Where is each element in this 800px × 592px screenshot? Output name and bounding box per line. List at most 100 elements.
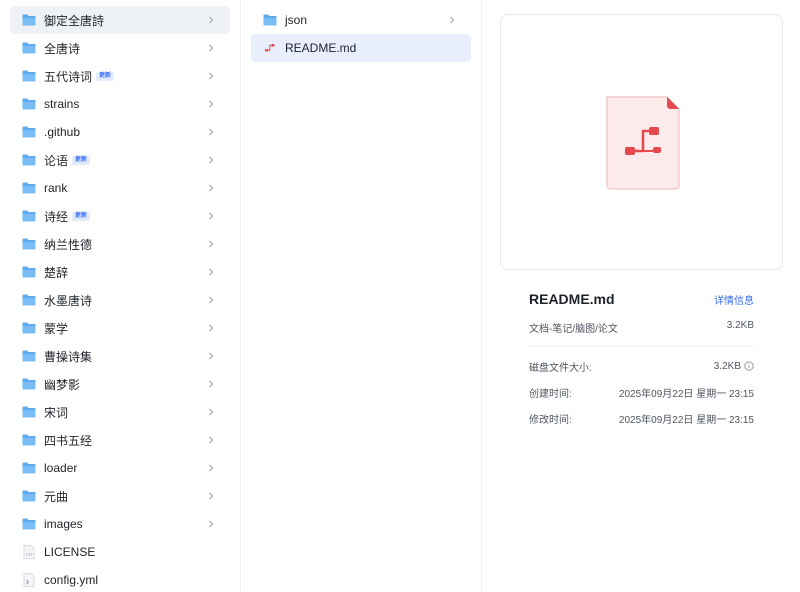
folder-row[interactable]: 四书五经 [10,426,230,454]
folder-icon [22,14,36,26]
folder-icon [22,434,36,446]
item-name: images [44,517,83,531]
item-name: 幽梦影 [44,377,81,392]
item-name: 御定全唐詩 [44,13,105,28]
file-row[interactable]: config.yml [10,566,230,592]
folder-icon [22,154,36,166]
item-name: 水墨唐诗 [44,293,93,308]
folder-row[interactable]: 元曲 [10,482,230,510]
folder-row[interactable]: 水墨唐诗 [10,286,230,314]
folder-row[interactable]: 楚辞 [10,258,230,286]
info-icon[interactable] [744,361,754,371]
file-size-short: 3.2KB [726,320,754,331]
folder-icon [22,490,36,502]
folder-icon [22,70,36,82]
folder-icon [22,210,36,222]
item-name: 曹操诗集 [44,349,93,364]
folder-icon [22,266,36,278]
folder-row[interactable]: 五代诗词 更新 [10,62,230,90]
chevron-right-icon [204,321,218,335]
subfolder-column: json README.md [241,0,482,592]
file-title: README.md [529,291,615,307]
folder-row[interactable]: loader [10,454,230,482]
folder-icon [263,14,277,26]
folder-row[interactable]: 曹操诗集 [10,342,230,370]
item-name: 楚辞 [44,265,69,280]
details-link[interactable]: 详情信息 [714,292,754,307]
markdown-file-large-icon [603,95,683,191]
chevron-right-icon [204,489,218,503]
folder-row[interactable]: images [10,510,230,538]
folder-row[interactable]: .github [10,118,230,146]
chevron-right-icon [204,209,218,223]
folder-icon [22,378,36,390]
item-name: 诗经 [44,209,69,224]
item-name: json [285,13,308,27]
folder-row[interactable]: 诗经 更新 [10,202,230,230]
file-row[interactable]: TXT LICENSE [10,538,230,566]
item-name: .github [44,125,81,139]
chevron-right-icon [204,13,218,27]
modified-label: 修改时间: [529,414,572,426]
item-name: 全唐诗 [44,41,81,56]
folder-icon [22,182,36,194]
folder-row[interactable]: 全唐诗 [10,34,230,62]
chevron-right-icon [204,41,218,55]
file-row[interactable]: README.md [251,34,471,62]
item-name: 四书五经 [44,433,93,448]
folder-row[interactable]: 宋词 [10,398,230,426]
file-preview [500,14,783,270]
folder-row[interactable]: 论语 更新 [10,146,230,174]
folder-row[interactable]: 纳兰性德 [10,230,230,258]
folder-row[interactable]: 蒙学 [10,314,230,342]
chevron-right-icon [204,181,218,195]
update-badge: 更新 [72,211,91,221]
item-name: rank [44,181,68,195]
item-name: strains [44,97,80,111]
modified-value: 2025年09月22日 星期一 23:15 [618,414,754,426]
item-name: 论语 [44,153,69,168]
item-name: loader [44,461,78,475]
folder-icon [22,126,36,138]
details-pane: README.md 详情信息 文档-笔记/脑图/论文 3.2KB 磁盘文件大小:… [482,0,800,592]
item-name: 宋词 [44,405,69,420]
file-type-label: 文档-笔记/脑图/论文 [529,324,618,335]
chevron-right-icon [204,153,218,167]
chevron-right-icon [204,69,218,83]
chevron-right-icon [204,433,218,447]
item-name: README.md [285,41,357,55]
folder-row[interactable]: rank [10,174,230,202]
disk-size-value: 3.2KB [713,360,741,372]
chevron-right-icon [445,13,459,27]
chevron-right-icon [204,97,218,111]
item-name: 纳兰性德 [44,237,93,252]
file-info: README.md 详情信息 文档-笔记/脑图/论文 3.2KB 磁盘文件大小:… [529,290,754,426]
text-file-icon: TXT [22,545,36,559]
chevron-right-icon [204,405,218,419]
folder-row[interactable]: 御定全唐詩 [10,6,230,34]
folder-icon [22,238,36,250]
folder-row[interactable]: json [251,6,471,34]
folder-row[interactable]: strains [10,90,230,118]
update-badge: 更新 [96,71,115,81]
folder-icon [22,322,36,334]
folder-icon [22,406,36,418]
folder-icon [22,462,36,474]
code-file-icon [22,573,36,587]
folder-icon [22,42,36,54]
folder-icon [22,518,36,530]
item-name: LICENSE [44,545,96,559]
item-name: 五代诗词 [44,69,93,84]
chevron-right-icon [204,517,218,531]
chevron-right-icon [204,265,218,279]
markdown-file-icon [263,41,277,55]
created-label: 创建时间: [529,388,572,400]
item-name: 元曲 [44,489,69,504]
item-name: config.yml [44,573,99,587]
folder-row[interactable]: 幽梦影 [10,370,230,398]
chevron-right-icon [204,377,218,391]
subfolder-file-list: json README.md [241,0,481,62]
folder-icon [22,98,36,110]
folder-icon [22,294,36,306]
root-file-list: 御定全唐詩 全唐诗 五代诗词 更新 strains .github 论语 更新 rank 诗经 更新… [0,0,240,592]
